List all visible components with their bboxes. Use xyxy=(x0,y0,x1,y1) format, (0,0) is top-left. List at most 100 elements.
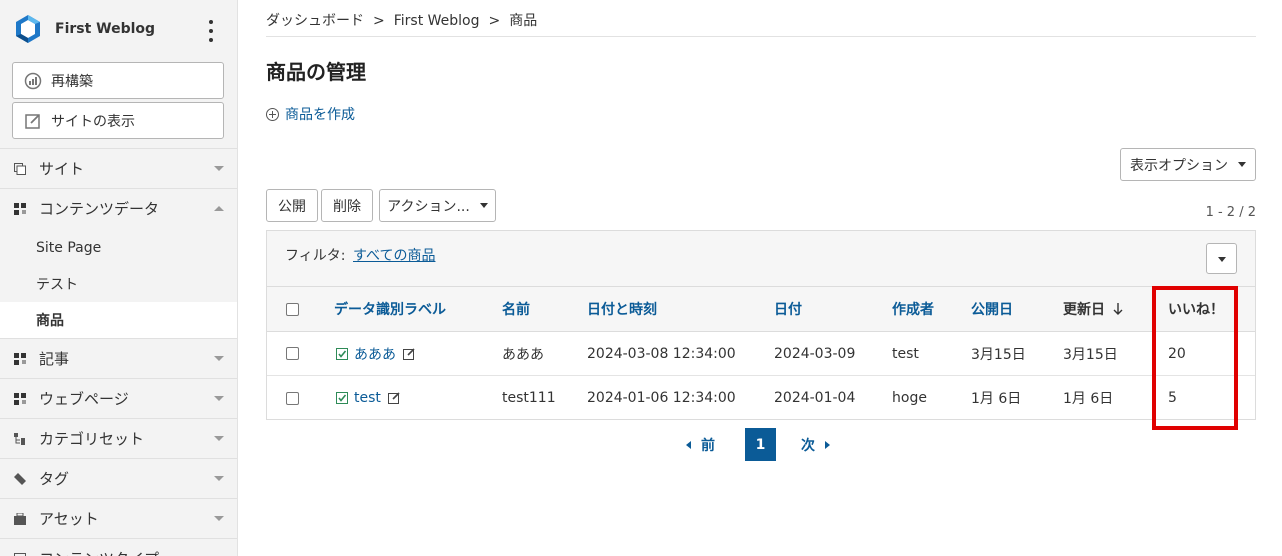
publish-button[interactable]: 公開 xyxy=(266,189,318,222)
caret-left-icon xyxy=(686,440,691,449)
caret-down-icon xyxy=(1238,162,1246,167)
more-menu-icon[interactable] xyxy=(204,20,218,42)
sidebar-item-content-data[interactable]: コンテンツデータ xyxy=(0,188,237,228)
cell-likes: 5 xyxy=(1168,390,1177,406)
sidebar-item-label: 記事 xyxy=(39,350,70,368)
next-page-link[interactable]: 次 xyxy=(801,428,830,461)
breadcrumb-blog[interactable]: First Weblog xyxy=(394,13,480,29)
caret-down-icon xyxy=(479,203,488,208)
chevron-down-icon xyxy=(214,166,224,171)
rebuild-button[interactable]: 再構築 xyxy=(12,62,224,99)
rebuild-icon xyxy=(24,72,42,89)
published-status-icon xyxy=(336,392,348,404)
cell-updated: 3月15日 xyxy=(1063,346,1118,363)
actions-label: アクション... xyxy=(387,198,470,215)
create-product-label: 商品を作成 xyxy=(285,107,355,123)
cell-name: あああ xyxy=(502,346,544,363)
breadcrumb-current: 商品 xyxy=(509,13,538,29)
content-label-link[interactable]: あああ xyxy=(354,344,396,364)
view-site-button[interactable]: サイトの表示 xyxy=(12,102,224,139)
cell-likes: 20 xyxy=(1168,345,1186,362)
brand[interactable]: First Weblog xyxy=(0,0,237,58)
breadcrumb-separator: > xyxy=(488,13,501,29)
divider xyxy=(266,36,1256,37)
sidebar-item-label: カテゴリセット xyxy=(39,430,145,448)
delete-button[interactable]: 削除 xyxy=(321,189,373,222)
row-checkbox[interactable] xyxy=(286,391,299,405)
content-type-icon xyxy=(14,552,26,556)
sidebar-item-asset[interactable]: アセット xyxy=(0,498,237,538)
webpage-icon xyxy=(14,392,26,405)
filter-dropdown-button[interactable] xyxy=(1206,243,1237,274)
row-checkbox[interactable] xyxy=(286,347,299,360)
chevron-down-icon xyxy=(214,436,224,441)
sidebar-item-label: アセット xyxy=(39,510,99,528)
rebuild-label: 再構築 xyxy=(51,73,93,90)
column-author[interactable]: 作成者 xyxy=(892,287,934,331)
sort-descending-icon xyxy=(1113,303,1123,315)
next-page-label: 次 xyxy=(801,437,815,454)
cell-published: 3月15日 xyxy=(971,346,1026,363)
sidebar-item-webpage[interactable]: ウェブページ xyxy=(0,378,237,418)
sidebar-subitem-site-page[interactable]: Site Page xyxy=(0,230,237,266)
display-options-button[interactable]: 表示オプション xyxy=(1120,148,1256,181)
sidebar-item-label: コンテンツデータ xyxy=(39,200,160,218)
published-status-icon xyxy=(336,347,348,360)
current-page-button[interactable]: 1 xyxy=(745,428,776,461)
previous-page-label: 前 xyxy=(701,437,715,454)
sidebar-item-entry[interactable]: 記事 xyxy=(0,338,237,378)
column-published[interactable]: 公開日 xyxy=(971,287,1013,331)
filter-bar: フィルタ: すべての商品 xyxy=(267,231,1255,287)
column-name[interactable]: 名前 xyxy=(502,287,530,331)
sidebar-item-tag[interactable]: タグ xyxy=(0,458,237,498)
plus-circle-icon xyxy=(266,107,279,121)
sidebar-item-content-type[interactable]: コンテンツタイプ xyxy=(0,538,237,556)
table-row: test test111 2024-01-06 12:34:00 2024-01… xyxy=(267,376,1255,420)
sidebar-item-category-set[interactable]: カテゴリセット xyxy=(0,418,237,458)
breadcrumb-separator: > xyxy=(373,13,385,29)
pagination: 前 1 次 xyxy=(266,428,1256,461)
cell-date: 2024-01-04 xyxy=(774,390,856,406)
cell-author: hoge xyxy=(892,390,927,406)
caret-right-icon xyxy=(825,440,830,449)
sidebar-item-label: タグ xyxy=(39,470,70,488)
table-header: データ識別ラベル 名前 日付と時刻 日付 作成者 公開日 更新日 いいね！ xyxy=(267,287,1255,332)
asset-icon xyxy=(14,512,26,525)
blog-name: First Weblog xyxy=(55,21,156,37)
cell-datetime: 2024-03-08 12:34:00 xyxy=(587,345,736,362)
movable-type-logo-icon xyxy=(16,15,40,43)
chevron-up-icon xyxy=(214,206,224,211)
cell-datetime: 2024-01-06 12:34:00 xyxy=(587,390,736,406)
breadcrumb-dashboard[interactable]: ダッシュボード xyxy=(266,13,364,29)
entry-icon xyxy=(14,352,26,365)
sidebar-subitem-test[interactable]: テスト xyxy=(0,266,237,302)
column-likes[interactable]: いいね！ xyxy=(1168,287,1224,331)
table-row: あああ あああ 2024-03-08 12:34:00 2024-03-09 t… xyxy=(267,332,1255,376)
previous-page-link[interactable]: 前 xyxy=(686,428,715,461)
column-label[interactable]: データ識別ラベル xyxy=(334,287,446,331)
tag-icon xyxy=(14,472,26,485)
create-product-link[interactable]: 商品を作成 xyxy=(266,104,355,124)
column-updated-label: 更新日 xyxy=(1063,302,1105,318)
actions-dropdown[interactable]: アクション... xyxy=(379,189,496,222)
sidebar-item-label: ウェブページ xyxy=(39,390,129,408)
external-edit-icon xyxy=(25,113,40,129)
cell-date: 2024-03-09 xyxy=(774,345,856,362)
content-data-icon xyxy=(14,202,26,215)
sidebar-item-site[interactable]: サイト xyxy=(0,148,237,188)
column-datetime[interactable]: 日付と時刻 xyxy=(587,287,657,331)
filter-value-link[interactable]: すべての商品 xyxy=(353,245,435,265)
column-date[interactable]: 日付 xyxy=(774,287,802,331)
column-updated[interactable]: 更新日 xyxy=(1063,287,1123,331)
content-label-link[interactable]: test xyxy=(354,390,381,406)
page-title: 商品の管理 xyxy=(266,60,366,84)
cell-published: 1月 6日 xyxy=(971,391,1022,407)
sidebar-item-label: コンテンツタイプ xyxy=(39,548,159,556)
sidebar: First Weblog 再構築 サイトの表示 サイト コンテンツデータ Sit… xyxy=(0,0,238,556)
listing-table: フィルタ: すべての商品 データ識別ラベル 名前 日付と時刻 日付 作成者 公開… xyxy=(266,230,1256,420)
sidebar-subitem-product[interactable]: 商品 xyxy=(0,302,237,338)
breadcrumb: ダッシュボード > First Weblog > 商品 xyxy=(266,10,537,30)
edit-icon[interactable] xyxy=(387,392,400,404)
select-all-checkbox[interactable] xyxy=(286,302,299,316)
edit-icon[interactable] xyxy=(403,347,415,360)
